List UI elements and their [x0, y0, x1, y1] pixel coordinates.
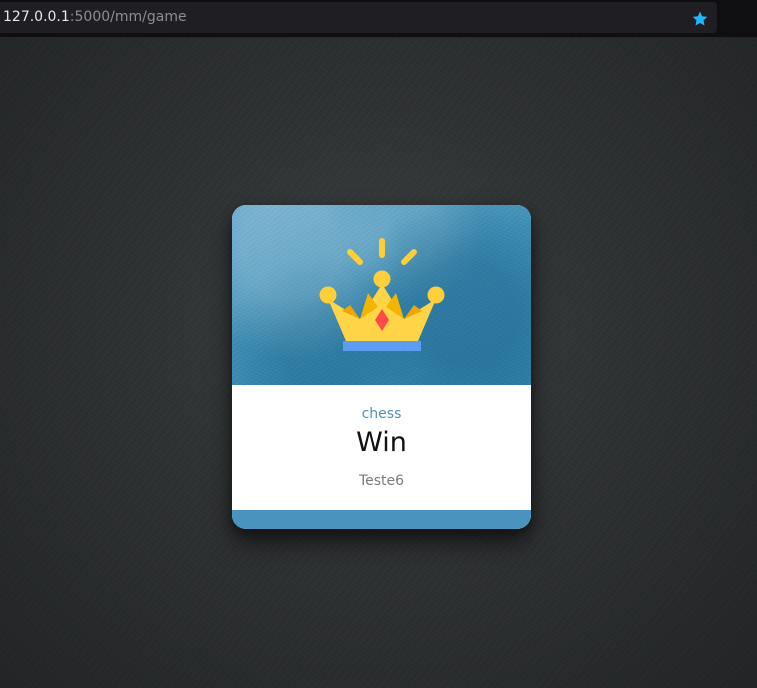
game-category: chess: [361, 406, 402, 422]
game-result-title: Win: [356, 427, 407, 458]
game-result-card[interactable]: chess Win Teste6: [232, 205, 531, 529]
url-text[interactable]: 127.0.0.1:5000/mm/game: [3, 9, 187, 26]
card-body: chess Win Teste6: [232, 385, 531, 510]
browser-toolbar: 127.0.0.1:5000/mm/game: [0, 0, 757, 38]
url-path: :5000/mm/game: [69, 9, 187, 25]
star-icon[interactable]: [691, 10, 709, 28]
url-host: 127.0.0.1: [3, 9, 70, 25]
card-image: [232, 205, 531, 385]
address-bar[interactable]: 127.0.0.1:5000/mm/game: [0, 2, 717, 33]
crown-icon: [319, 238, 445, 351]
player-name: Teste6: [358, 473, 405, 489]
card-footer-bar: [232, 510, 531, 529]
